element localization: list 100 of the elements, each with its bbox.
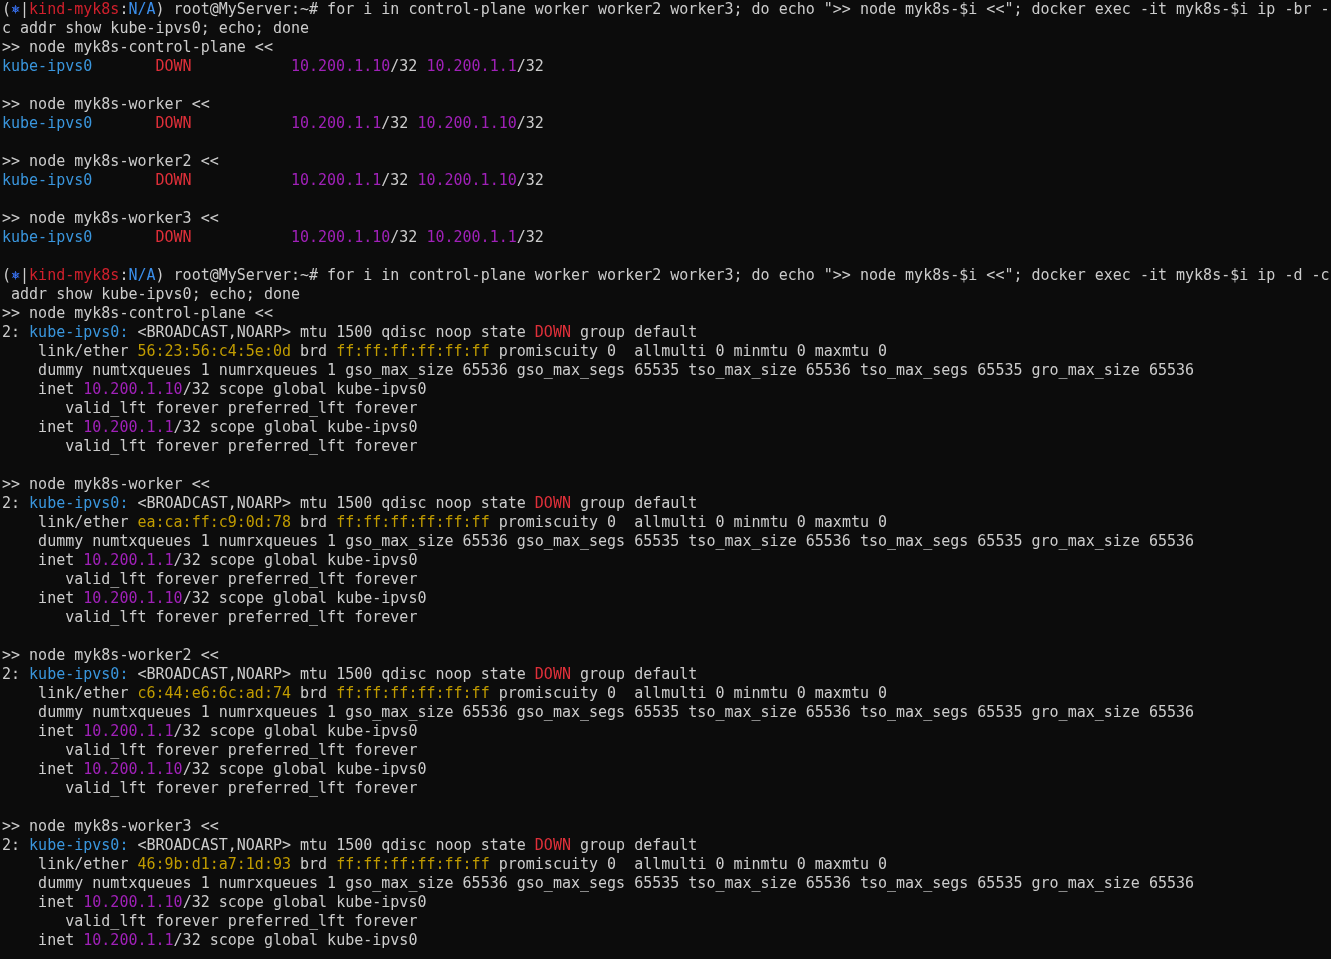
terminal-text: valid_lft forever preferred_lft forever xyxy=(64,912,418,930)
mac-address: 56:23:56:c4:5e:0d xyxy=(137,342,291,360)
interface-name: kube-ipvs0: xyxy=(29,665,129,683)
terminal-text: 2: xyxy=(2,323,22,341)
terminal-text: valid_lft forever preferred_lft forever xyxy=(64,779,418,797)
terminal-text: ) root@MyServer:~# for i in control-plane worker worker2 worker3; do echo ">> node myk8s-$i <<"; docker exec -it myk8s-$i ip -d -c xyxy=(155,266,1330,284)
link-state: DOWN xyxy=(534,665,571,683)
terminal-text: <BROADCAST,NOARP> mtu 1500 qdisc noop state xyxy=(136,665,527,683)
link-state: DOWN xyxy=(155,114,192,132)
terminal-text: promiscuity 0 allmulti 0 minmtu 0 maxmtu 0 xyxy=(497,684,888,702)
terminal-text: valid_lft forever preferred_lft forever xyxy=(64,570,418,588)
kube-namespace: N/A xyxy=(128,266,156,284)
interface-name: kube-ipvs0 xyxy=(2,114,93,132)
interface-name: kube-ipvs0 xyxy=(2,228,93,246)
terminal-text: addr show kube-ipvs0; echo; done xyxy=(10,285,300,303)
terminal-text: link/ether xyxy=(37,513,130,531)
ip-address: 10.200.1.1 xyxy=(83,931,174,949)
terminal-text: inet xyxy=(37,380,76,398)
terminal-text: /32 scope global kube-ipvs0 xyxy=(182,589,427,607)
terminal-text: inet xyxy=(37,551,76,569)
prefix-length: /32 xyxy=(516,57,544,75)
terminal-text: >> node myk8s-control-plane << xyxy=(2,38,273,56)
terminal-text: /32 scope global kube-ipvs0 xyxy=(182,893,427,911)
ip-address: 10.200.1.1 xyxy=(290,114,382,132)
mac-address: ff:ff:ff:ff:ff:ff xyxy=(336,513,490,531)
terminal-text: brd xyxy=(299,855,329,873)
link-state: DOWN xyxy=(155,228,192,246)
ip-address: 10.200.1.10 xyxy=(417,114,517,132)
terminal-text: 2: xyxy=(2,665,22,683)
terminal-text: inet xyxy=(37,931,76,949)
terminal-text: >> node myk8s-worker << xyxy=(2,95,210,113)
terminal-text: group default xyxy=(578,665,698,683)
interface-name: kube-ipvs0: xyxy=(29,494,129,512)
mac-address: 46:9b:d1:a7:1d:93 xyxy=(137,855,291,873)
terminal-text: >> node myk8s-worker3 << xyxy=(2,209,219,227)
terminal-text: >> node myk8s-worker2 << xyxy=(2,646,219,664)
terminal-text: c addr show kube-ipvs0; echo; done xyxy=(2,19,310,37)
prefix-length: /32 xyxy=(390,57,418,75)
terminal-text: >> node myk8s-worker2 << xyxy=(2,152,219,170)
interface-name: kube-ipvs0 xyxy=(2,171,93,189)
ip-address: 10.200.1.10 xyxy=(83,760,183,778)
ip-address: 10.200.1.1 xyxy=(83,722,174,740)
link-state: DOWN xyxy=(534,323,571,341)
ip-address: 10.200.1.1 xyxy=(426,228,517,246)
terminal-text: inet xyxy=(37,722,76,740)
terminal-text: ( xyxy=(2,266,12,284)
terminal-text: inet xyxy=(37,760,76,778)
prefix-length: /32 xyxy=(516,171,544,189)
helm-wheel-icon: ⎈ xyxy=(11,0,21,18)
terminal-text: 2: xyxy=(2,836,22,854)
terminal-text: inet xyxy=(37,589,76,607)
terminal-text: >> node myk8s-control-plane << xyxy=(2,304,273,322)
terminal-text: inet xyxy=(37,893,76,911)
ip-address: 10.200.1.1 xyxy=(426,57,517,75)
terminal-text: group default xyxy=(578,323,698,341)
terminal-text: link/ether xyxy=(37,855,130,873)
terminal-text: valid_lft forever preferred_lft forever xyxy=(64,399,418,417)
terminal-text: ) root@MyServer:~# for i in control-plane worker worker2 worker3; do echo ">> node myk8s-$i <<"; docker exec -it myk8s-$i ip -br - xyxy=(155,0,1330,18)
mac-address: ff:ff:ff:ff:ff:ff xyxy=(336,855,490,873)
ip-address: 10.200.1.10 xyxy=(417,171,517,189)
ip-address: 10.200.1.10 xyxy=(290,57,391,75)
prefix-length: /32 xyxy=(390,228,418,246)
terminal-text: | xyxy=(20,266,30,284)
ip-address: 10.200.1.10 xyxy=(83,380,183,398)
prefix-length: /32 xyxy=(381,171,409,189)
ip-address: 10.200.1.1 xyxy=(83,418,174,436)
terminal-text: /32 scope global kube-ipvs0 xyxy=(182,380,427,398)
ip-address: 10.200.1.10 xyxy=(83,589,183,607)
terminal-text: group default xyxy=(578,836,698,854)
ip-address: 10.200.1.10 xyxy=(290,228,391,246)
prefix-length: /32 xyxy=(516,228,544,246)
interface-name: kube-ipvs0: xyxy=(29,323,129,341)
terminal-text: ( xyxy=(2,0,12,18)
prefix-length: /32 xyxy=(516,114,544,132)
link-state: DOWN xyxy=(534,494,571,512)
link-state: DOWN xyxy=(155,171,192,189)
terminal-text: valid_lft forever preferred_lft forever xyxy=(64,608,418,626)
terminal-text: >> node myk8s-worker3 << xyxy=(2,817,219,835)
terminal-text: dummy numtxqueues 1 numrxqueues 1 gso_max_size 65536 gso_max_segs 65535 tso_max_size 65536 tso_max_segs 65535 gro_max_size 65536 xyxy=(37,874,1195,892)
helm-wheel-icon: ⎈ xyxy=(11,266,21,284)
ip-address: 10.200.1.1 xyxy=(290,171,382,189)
terminal-text: dummy numtxqueues 1 numrxqueues 1 gso_max_size 65536 gso_max_segs 65535 tso_max_size 65536 tso_max_segs 65535 gro_max_size 65536 xyxy=(37,532,1195,550)
terminal-text: group default xyxy=(578,494,698,512)
terminal-text: : xyxy=(119,266,129,284)
terminal-text: <BROADCAST,NOARP> mtu 1500 qdisc noop state xyxy=(136,494,527,512)
terminal-text: /32 scope global kube-ipvs0 xyxy=(173,551,418,569)
terminal-text: /32 scope global kube-ipvs0 xyxy=(182,760,427,778)
terminal-text: /32 scope global kube-ipvs0 xyxy=(173,931,418,949)
ip-address: 10.200.1.1 xyxy=(83,551,174,569)
terminal-text: brd xyxy=(299,513,329,531)
terminal-text: dummy numtxqueues 1 numrxqueues 1 gso_max_size 65536 gso_max_segs 65535 tso_max_size 65536 tso_max_segs 65535 gro_max_size 65536 xyxy=(37,703,1195,721)
kube-namespace: N/A xyxy=(128,0,156,18)
kube-context: kind-myk8s xyxy=(29,266,120,284)
terminal-text: promiscuity 0 allmulti 0 minmtu 0 maxmtu 0 xyxy=(497,855,888,873)
terminal-text: brd xyxy=(299,684,329,702)
terminal-text: /32 scope global kube-ipvs0 xyxy=(173,418,418,436)
mac-address: c6:44:e6:6c:ad:74 xyxy=(137,684,291,702)
terminal-text: valid_lft forever preferred_lft forever xyxy=(64,437,418,455)
terminal-text: brd xyxy=(299,342,329,360)
terminal-text: <BROADCAST,NOARP> mtu 1500 qdisc noop state xyxy=(136,836,527,854)
